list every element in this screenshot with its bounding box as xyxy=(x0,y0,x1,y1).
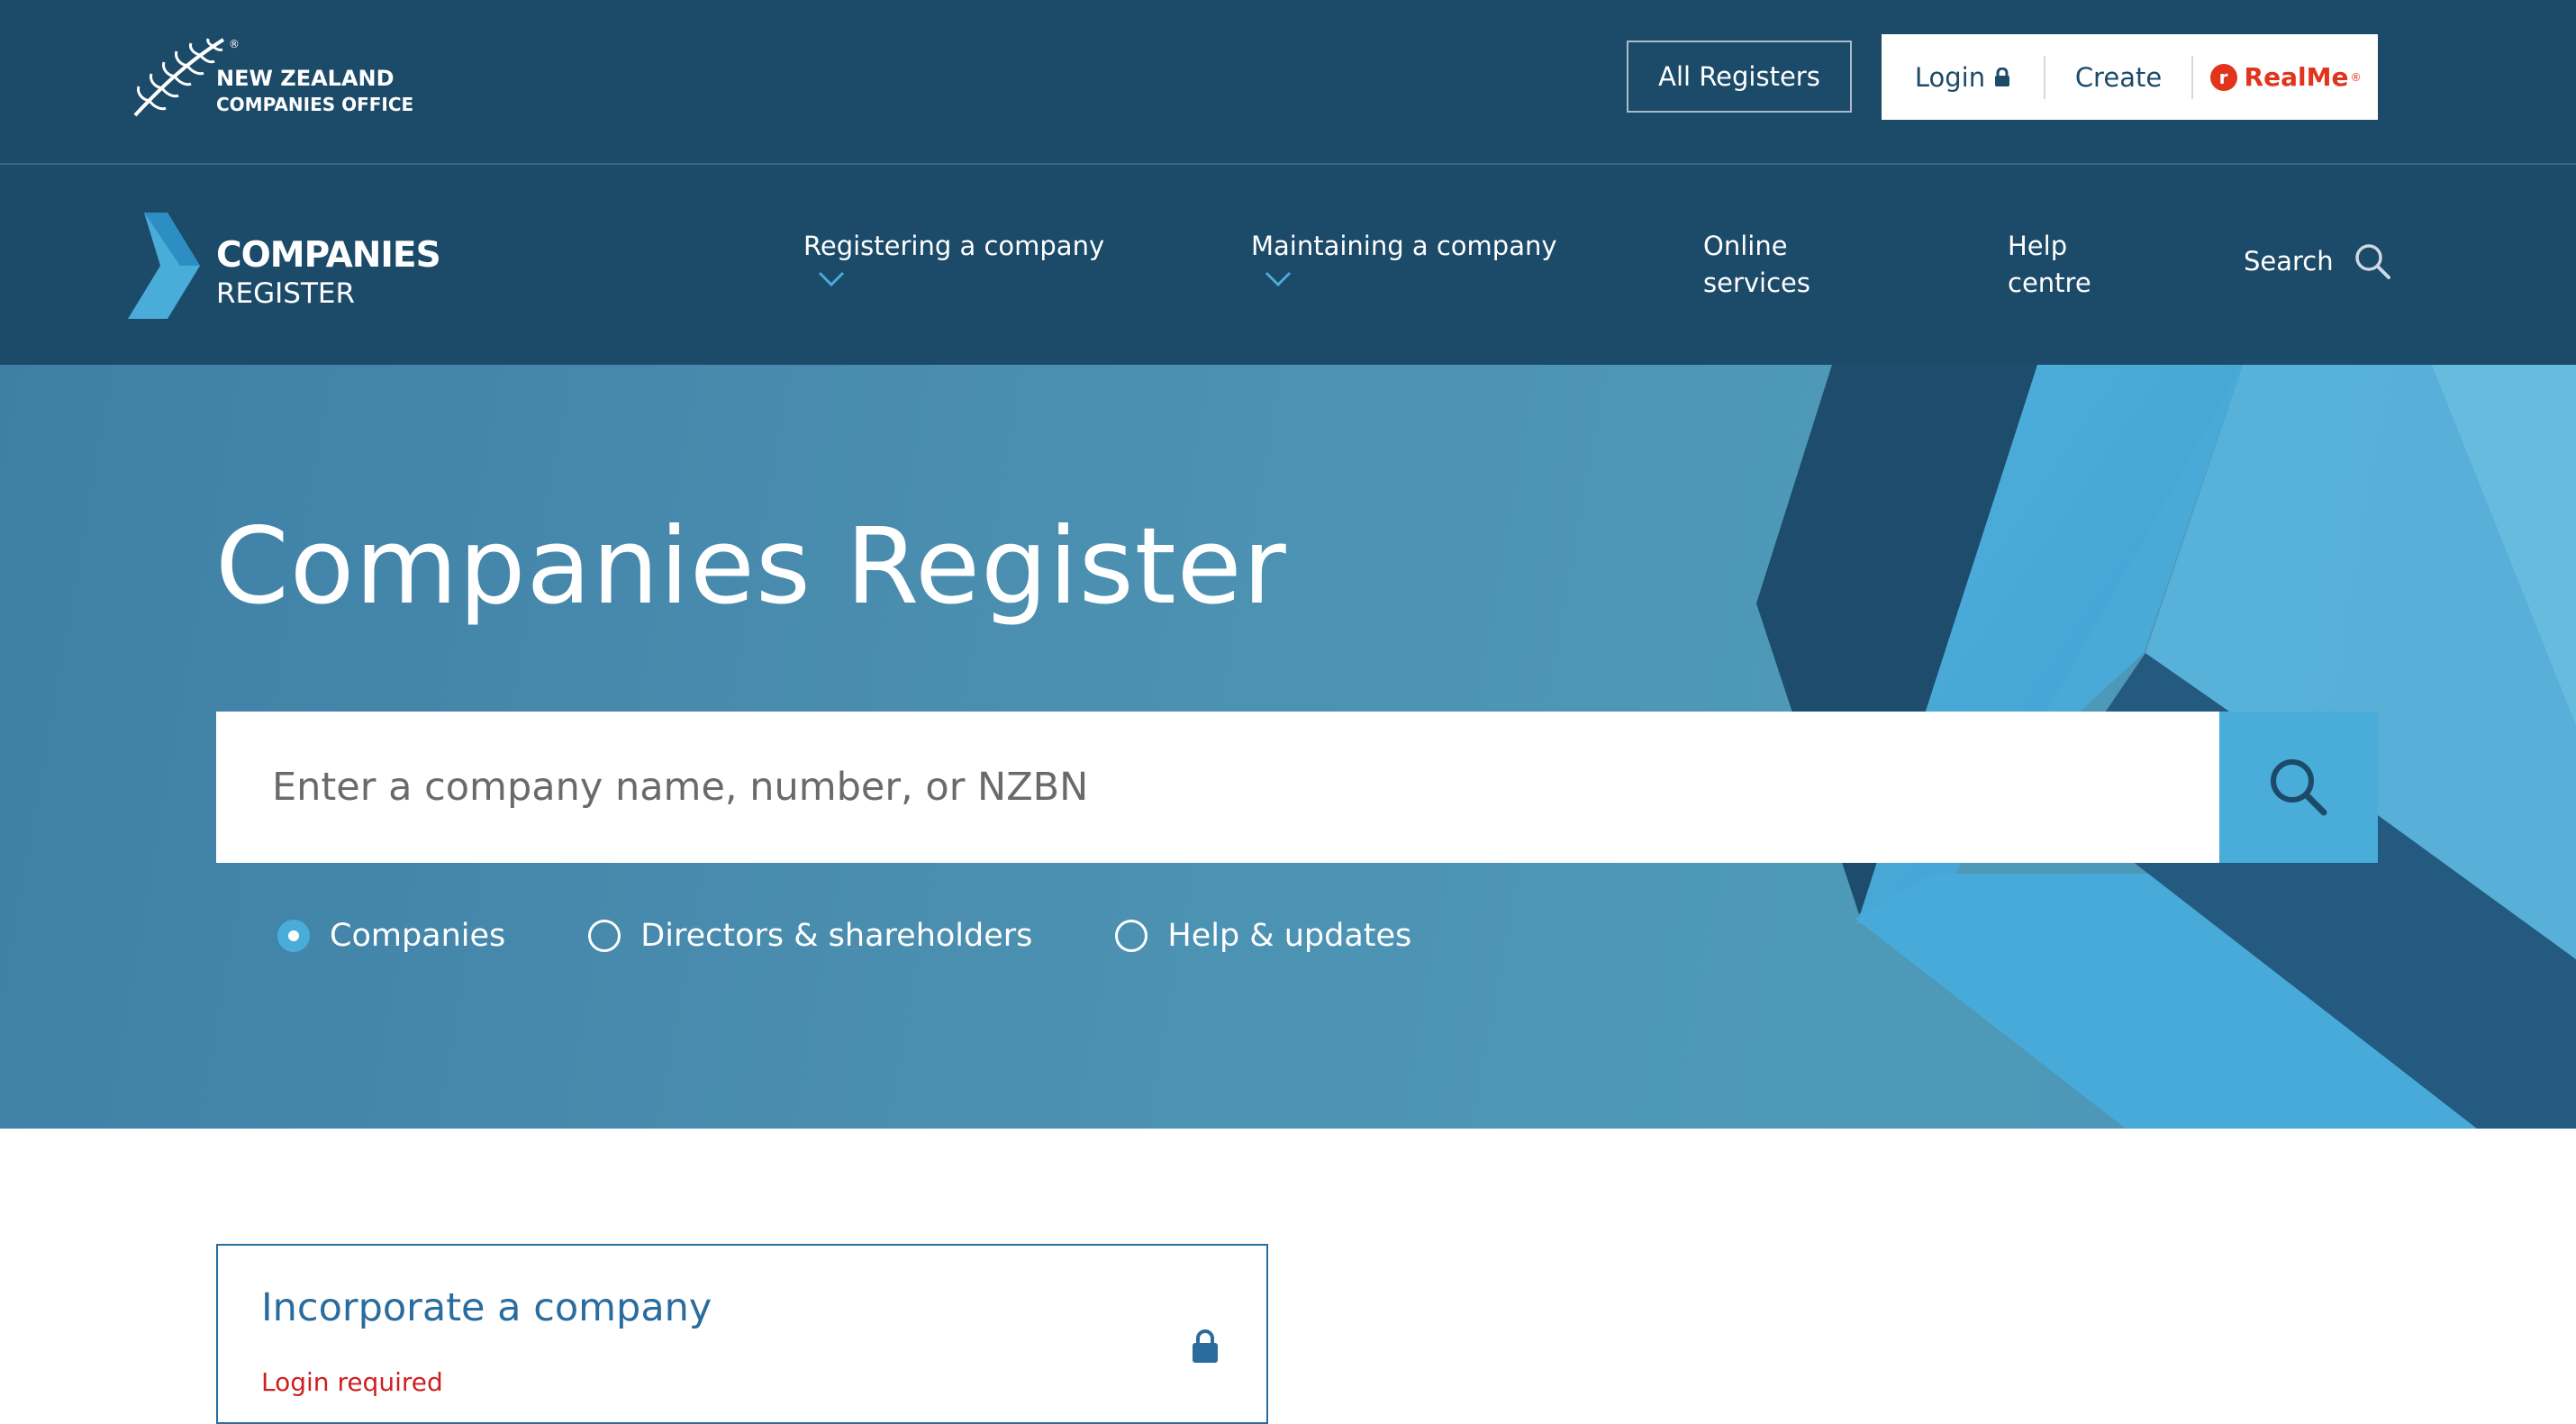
card-title[interactable]: Incorporate a company xyxy=(261,1285,712,1330)
lock-icon xyxy=(1995,67,2010,86)
radio-label: Help & updates xyxy=(1167,918,1412,954)
radio-button-checked[interactable] xyxy=(277,920,310,952)
page-title: Companies Register xyxy=(215,504,1287,628)
hero-banner: Companies Register Companies Directors &… xyxy=(0,365,2576,1129)
login-label: Login xyxy=(1914,61,1986,93)
company-search-input[interactable] xyxy=(216,712,2219,863)
chevron-down-icon xyxy=(818,271,845,287)
login-box: Login Create r RealMe ® xyxy=(1882,34,2378,120)
radio-directors-shareholders[interactable]: Directors & shareholders xyxy=(588,918,1032,954)
nav-label: Registering a company xyxy=(803,231,1105,261)
search-submit-button[interactable] xyxy=(2219,712,2378,863)
incorporate-company-card[interactable]: Incorporate a company Login required xyxy=(216,1244,1268,1424)
realme-registered-mark: ® xyxy=(2350,70,2362,84)
nav-label-line1: Help xyxy=(2008,231,2068,261)
brand-companies: COMPANIES xyxy=(216,235,441,276)
nav-label-line1: Online xyxy=(1703,231,1788,261)
company-search-bar xyxy=(216,712,2378,863)
nav-label-line2: centre xyxy=(2008,268,2091,298)
brand-register: REGISTER xyxy=(216,277,356,310)
nav-search-label: Search xyxy=(2244,246,2334,277)
realme-icon: r xyxy=(2209,63,2237,91)
radio-companies[interactable]: Companies xyxy=(277,918,505,954)
radio-label: Companies xyxy=(330,918,506,954)
nav-registering-a-company[interactable]: Registering a company xyxy=(803,228,1105,287)
all-registers-button[interactable]: All Registers xyxy=(1627,41,1852,113)
login-required-note: Login required xyxy=(261,1367,443,1397)
lock-icon xyxy=(1193,1329,1218,1363)
top-bar: ® NEW ZEALAND COMPANIES OFFICE All Regis… xyxy=(0,0,2576,165)
search-icon xyxy=(2354,244,2390,279)
main-nav: COMPANIES REGISTER Registering a company… xyxy=(0,165,2576,365)
radio-button[interactable] xyxy=(588,920,621,952)
logo-line-companies-office: COMPANIES OFFICE xyxy=(216,94,414,115)
logo-line-new-zealand: NEW ZEALAND xyxy=(216,66,395,91)
login-link[interactable]: Login xyxy=(1882,34,2044,120)
realme-link[interactable]: r RealMe ® xyxy=(2193,34,2378,120)
realme-label: RealMe xyxy=(2244,62,2349,92)
nav-label-line2: services xyxy=(1703,268,1810,298)
create-link[interactable]: Create xyxy=(2045,34,2191,120)
nav-online-services[interactable]: Online services xyxy=(1703,228,1810,302)
search-icon xyxy=(2271,759,2327,816)
nz-companies-office-logo[interactable]: ® NEW ZEALAND COMPANIES OFFICE xyxy=(132,36,413,119)
nav-help-centre[interactable]: Help centre xyxy=(2008,228,2091,302)
radio-help-updates[interactable]: Help & updates xyxy=(1115,918,1411,954)
chevron-down-icon xyxy=(1265,271,1292,287)
nav-label: Maintaining a company xyxy=(1251,231,1557,261)
search-type-options: Companies Directors & shareholders Help … xyxy=(277,918,1411,954)
chevron-brand-icon xyxy=(128,213,200,319)
radio-label: Directors & shareholders xyxy=(640,918,1033,954)
radio-button[interactable] xyxy=(1115,920,1148,952)
registered-mark: ® xyxy=(229,38,240,50)
nav-search[interactable]: Search xyxy=(2244,242,2391,280)
nav-maintaining-a-company[interactable]: Maintaining a company xyxy=(1251,228,1557,287)
companies-register-logo[interactable]: COMPANIES REGISTER xyxy=(128,213,470,321)
